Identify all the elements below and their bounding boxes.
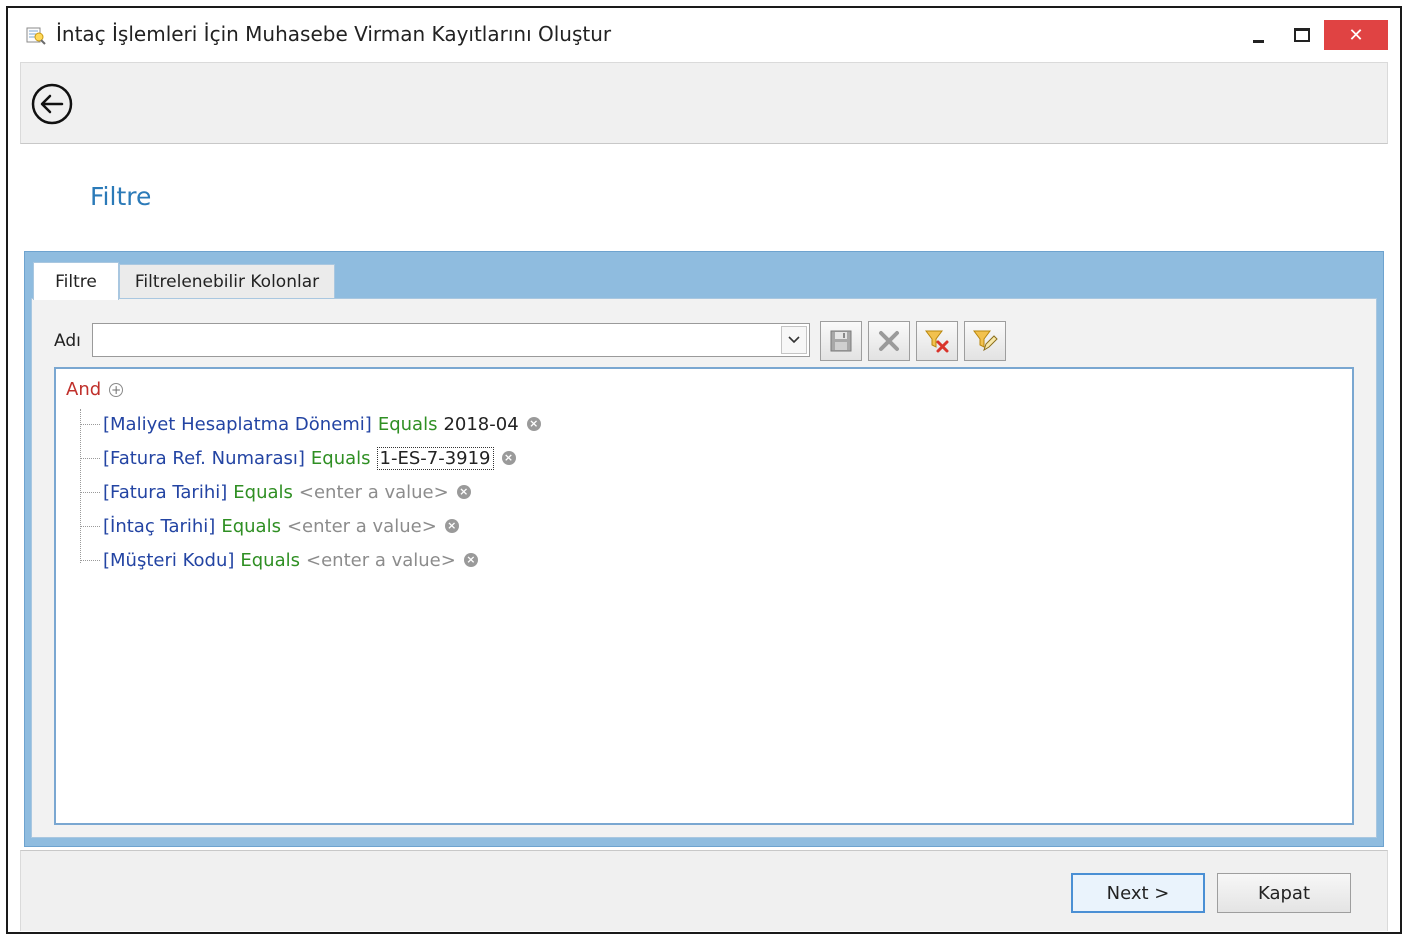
condition-field[interactable]: [Müşteri Kodu] bbox=[103, 550, 234, 571]
page-header: Filtre bbox=[20, 144, 1388, 252]
tab-content: Adı And + [Maliyet Hesaplatma Dönemi] Eq… bbox=[31, 298, 1377, 838]
condition-operator[interactable]: Equals bbox=[311, 448, 371, 469]
clear-filter-icon bbox=[925, 330, 949, 353]
remove-condition-icon[interactable]: × bbox=[456, 485, 471, 499]
page-title: Filtre bbox=[90, 182, 152, 211]
condition-field[interactable]: [İntaç Tarihi] bbox=[103, 516, 215, 537]
close-button[interactable]: Kapat bbox=[1217, 873, 1351, 913]
back-arrow-icon[interactable] bbox=[29, 81, 75, 127]
filter-name-combo[interactable] bbox=[92, 323, 810, 357]
filter-editor[interactable]: And + [Maliyet Hesaplatma Dönemi] Equals… bbox=[54, 367, 1354, 825]
condition-row: [Fatura Tarihi] Equals <enter a value> × bbox=[80, 477, 471, 507]
group-operator[interactable]: And bbox=[66, 379, 101, 400]
remove-condition-icon[interactable]: × bbox=[444, 519, 459, 533]
condition-operator[interactable]: Equals bbox=[233, 482, 293, 503]
edit-filter-button[interactable] bbox=[964, 321, 1006, 361]
remove-condition-icon[interactable]: × bbox=[526, 417, 541, 431]
save-icon bbox=[830, 330, 852, 352]
chevron-down-icon bbox=[788, 336, 800, 344]
edit-filter-icon bbox=[973, 330, 998, 352]
condition-field[interactable]: [Fatura Ref. Numarası] bbox=[103, 448, 305, 469]
remove-condition-icon[interactable]: × bbox=[501, 451, 516, 465]
filter-name-label: Adı bbox=[54, 331, 81, 351]
condition-row: [İntaç Tarihi] Equals <enter a value> × bbox=[80, 511, 459, 541]
next-button[interactable]: Next > bbox=[1071, 873, 1205, 913]
save-filter-button[interactable] bbox=[820, 321, 862, 361]
group-and[interactable]: And + bbox=[66, 379, 124, 400]
footer-bar: Next > Kapat bbox=[20, 850, 1388, 931]
condition-value-placeholder[interactable]: <enter a value> bbox=[299, 482, 449, 503]
condition-value[interactable]: 2018-04 bbox=[443, 414, 518, 435]
close-window-button[interactable]: ✕ bbox=[1324, 20, 1388, 50]
condition-row: [Müşteri Kodu] Equals <enter a value> × bbox=[80, 545, 478, 575]
tab-panel: Filtre Filtrelenebilir Kolonlar Adı And … bbox=[24, 251, 1384, 847]
window-title: İntaç İşlemleri İçin Muhasebe Virman Kay… bbox=[56, 22, 612, 46]
condition-field[interactable]: [Fatura Tarihi] bbox=[103, 482, 227, 503]
minimize-button[interactable] bbox=[1240, 20, 1276, 50]
delete-icon bbox=[879, 331, 899, 351]
condition-operator[interactable]: Equals bbox=[221, 516, 281, 537]
remove-condition-icon[interactable]: × bbox=[463, 553, 478, 567]
filter-name-input[interactable] bbox=[93, 324, 779, 356]
condition-field[interactable]: [Maliyet Hesaplatma Dönemi] bbox=[103, 414, 372, 435]
app-icon bbox=[26, 27, 46, 45]
condition-row: [Maliyet Hesaplatma Dönemi] Equals 2018-… bbox=[80, 409, 541, 439]
condition-row: [Fatura Ref. Numarası] Equals 1-ES-7-391… bbox=[80, 443, 516, 473]
condition-value-placeholder[interactable]: <enter a value> bbox=[306, 550, 456, 571]
tab-filtre[interactable]: Filtre bbox=[33, 262, 119, 300]
tab-filtrelenebilir-kolonlar[interactable]: Filtrelenebilir Kolonlar bbox=[119, 264, 335, 298]
maximize-icon bbox=[1294, 28, 1310, 42]
add-condition-icon[interactable]: + bbox=[109, 382, 124, 397]
condition-operator[interactable]: Equals bbox=[378, 414, 438, 435]
main-window: İntaç İşlemleri İçin Muhasebe Virman Kay… bbox=[6, 6, 1402, 934]
title-bar: İntaç İşlemleri İçin Muhasebe Virman Kay… bbox=[8, 8, 1400, 62]
clear-filter-button[interactable] bbox=[916, 321, 958, 361]
close-icon: ✕ bbox=[1348, 24, 1364, 46]
condition-operator[interactable]: Equals bbox=[240, 550, 300, 571]
minimize-icon bbox=[1252, 39, 1264, 43]
condition-value-placeholder[interactable]: <enter a value> bbox=[287, 516, 437, 537]
condition-value[interactable]: 1-ES-7-3919 bbox=[376, 446, 494, 470]
maximize-button[interactable] bbox=[1284, 20, 1320, 50]
navigation-bar bbox=[20, 62, 1388, 144]
delete-filter-button[interactable] bbox=[868, 321, 910, 361]
combo-dropdown-button[interactable] bbox=[781, 326, 807, 354]
